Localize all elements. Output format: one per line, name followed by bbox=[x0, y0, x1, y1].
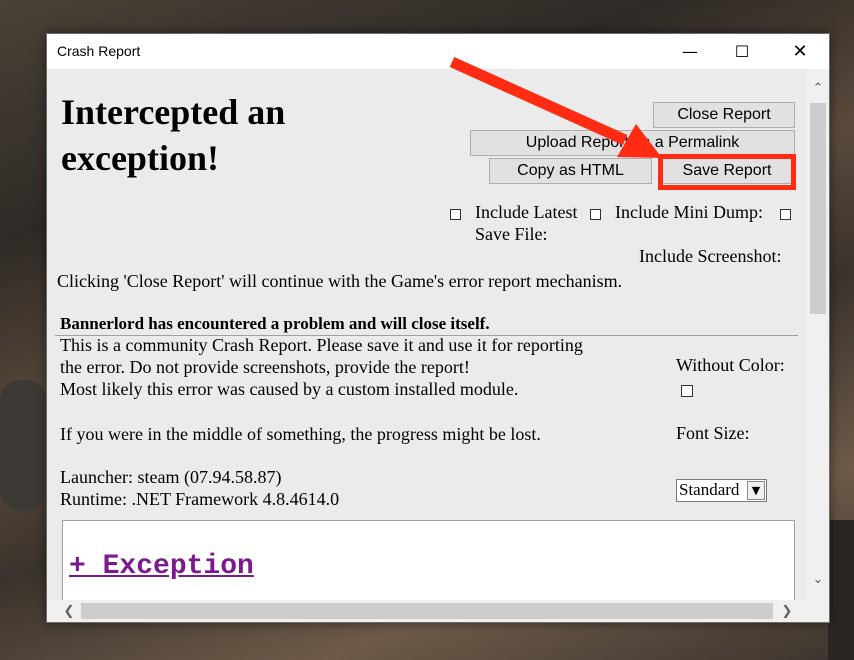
font-size-label: Font Size: bbox=[676, 423, 750, 443]
horizontal-scrollbar[interactable]: ❮ ❯ bbox=[47, 600, 807, 622]
scroll-right-icon[interactable]: ❯ bbox=[777, 601, 797, 621]
save-report-highlight bbox=[658, 154, 796, 190]
title-bar: Crash Report — ☐ ✕ bbox=[47, 34, 829, 69]
chevron-down-icon: ▼ bbox=[747, 481, 765, 500]
font-size-select[interactable]: Standard ▼ bbox=[676, 479, 767, 502]
minimize-icon[interactable]: — bbox=[667, 34, 713, 69]
include-screenshot-label: Include Screenshot: bbox=[639, 246, 782, 266]
title-line-2: exception! bbox=[61, 138, 219, 178]
without-color-checkbox[interactable] bbox=[681, 385, 693, 397]
include-latest-checkbox[interactable] bbox=[450, 209, 461, 220]
maximize-icon[interactable]: ☐ bbox=[719, 34, 765, 69]
close-report-button[interactable]: Close Report bbox=[653, 102, 795, 128]
exception-toggle-link[interactable]: + Exception bbox=[69, 551, 254, 582]
upload-report-button[interactable]: Upload Report as a Permalink bbox=[470, 130, 795, 156]
include-screenshot-checkbox[interactable] bbox=[780, 209, 791, 220]
close-icon[interactable]: ✕ bbox=[777, 34, 823, 69]
scrollbar-corner bbox=[807, 600, 829, 622]
message-line-3: Most likely this error was caused by a c… bbox=[60, 379, 519, 399]
scroll-down-icon[interactable]: ⌄ bbox=[808, 569, 828, 589]
error-heading: Bannerlord has encountered a problem and… bbox=[60, 314, 490, 333]
copy-html-button[interactable]: Copy as HTML bbox=[489, 158, 652, 184]
runtime-info: Runtime: .NET Framework 4.8.4614.0 bbox=[60, 489, 340, 509]
message-line-1: This is a community Crash Report. Please… bbox=[60, 335, 583, 355]
close-report-notice: Clicking 'Close Report' will continue wi… bbox=[57, 271, 623, 291]
page-title: Intercepted an exception! bbox=[61, 89, 285, 181]
include-latest-label: Include Latest bbox=[475, 202, 578, 222]
include-mini-dump-label: Include Mini Dump: bbox=[615, 202, 763, 222]
window-title: Crash Report bbox=[57, 43, 141, 59]
crash-report-window: Crash Report — ☐ ✕ Intercepted an except… bbox=[46, 33, 830, 623]
font-size-value: Standard bbox=[679, 480, 740, 499]
title-line-1: Intercepted an bbox=[61, 92, 286, 132]
save-file-label: Save File: bbox=[475, 224, 548, 244]
vertical-scrollbar[interactable]: ⌃ ⌄ bbox=[807, 69, 829, 600]
vertical-scroll-thumb[interactable] bbox=[810, 103, 826, 314]
launcher-info: Launcher: steam (07.94.58.87) bbox=[60, 467, 282, 487]
exception-panel: + Exception bbox=[62, 520, 795, 612]
message-line-4: If you were in the middle of something, … bbox=[60, 424, 541, 444]
without-color-label: Without Color: bbox=[676, 355, 785, 375]
scroll-left-icon[interactable]: ❮ bbox=[59, 601, 79, 621]
scroll-up-icon[interactable]: ⌃ bbox=[808, 78, 828, 98]
include-mini-dump-checkbox[interactable] bbox=[590, 209, 601, 220]
horizontal-scroll-thumb[interactable] bbox=[81, 603, 773, 619]
message-line-2: the error. Do not provide screenshots, p… bbox=[60, 357, 470, 377]
